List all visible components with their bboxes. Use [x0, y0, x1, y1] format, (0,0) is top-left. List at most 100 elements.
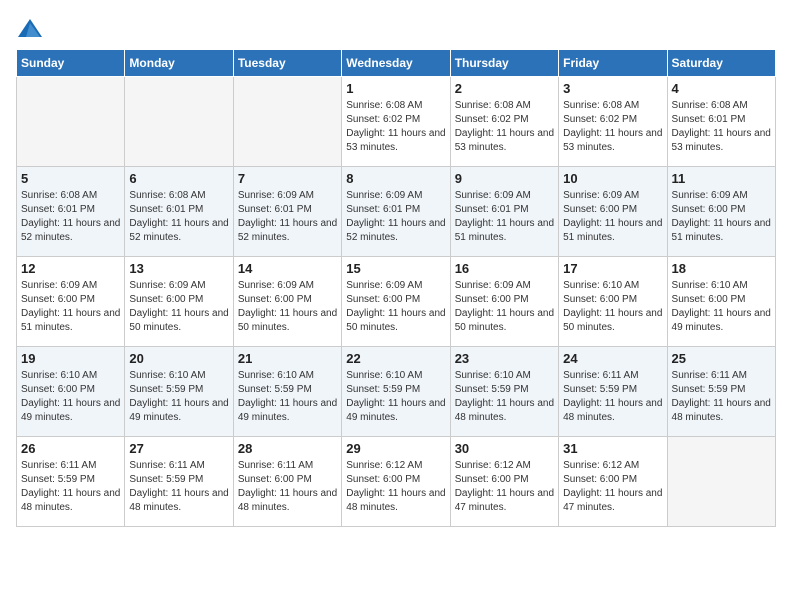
weekday-header: Friday	[559, 50, 667, 77]
day-info: Sunrise: 6:11 AMSunset: 5:59 PMDaylight:…	[21, 459, 120, 515]
day-number: 13	[129, 261, 228, 276]
weekday-header: Wednesday	[342, 50, 450, 77]
calendar-cell: 21 Sunrise: 6:10 AMSunset: 5:59 PMDayligh…	[233, 347, 341, 437]
calendar-week-row: 1 Sunrise: 6:08 AMSunset: 6:02 PMDaylight…	[17, 77, 776, 167]
day-number: 16	[455, 261, 554, 276]
day-number: 10	[563, 171, 662, 186]
calendar-week-row: 19 Sunrise: 6:10 AMSunset: 6:00 PMDayligh…	[17, 347, 776, 437]
weekday-header-row: SundayMondayTuesdayWednesdayThursdayFrid…	[17, 50, 776, 77]
calendar-cell: 8 Sunrise: 6:09 AMSunset: 6:01 PMDaylight…	[342, 167, 450, 257]
day-number: 20	[129, 351, 228, 366]
day-info: Sunrise: 6:09 AMSunset: 6:00 PMDaylight:…	[129, 279, 228, 335]
calendar-cell: 27Sunrise: 6:11 AMSunset: 5:59 PMDayligh…	[125, 437, 233, 527]
calendar-cell: 24 Sunrise: 6:11 AMSunset: 5:59 PMDayligh…	[559, 347, 667, 437]
day-info: Sunrise: 6:09 AMSunset: 6:00 PMDaylight:…	[672, 189, 771, 245]
day-info: Sunrise: 6:12 AMSunset: 6:00 PMDaylight:…	[563, 459, 662, 515]
calendar-cell: 19 Sunrise: 6:10 AMSunset: 6:00 PMDayligh…	[17, 347, 125, 437]
day-number: 29	[346, 441, 445, 456]
day-info: Sunrise: 6:09 AMSunset: 6:00 PMDaylight:…	[346, 279, 445, 335]
calendar-table: SundayMondayTuesdayWednesdayThursdayFrid…	[16, 49, 776, 527]
calendar-week-row: 5 Sunrise: 6:08 AMSunset: 6:01 PMDaylight…	[17, 167, 776, 257]
day-info: Sunrise: 6:09 AMSunset: 6:00 PMDaylight:…	[21, 279, 120, 335]
day-number: 1	[346, 81, 445, 96]
calendar-cell: 30 Sunrise: 6:12 AMSunset: 6:00 PMDayligh…	[450, 437, 558, 527]
day-info: Sunrise: 6:10 AMSunset: 5:59 PMDaylight:…	[238, 369, 337, 425]
day-number: 7	[238, 171, 337, 186]
day-info: Sunrise: 6:10 AMSunset: 6:00 PMDaylight:…	[672, 279, 771, 335]
calendar-cell: 10 Sunrise: 6:09 AMSunset: 6:00 PMDayligh…	[559, 167, 667, 257]
logo	[16, 16, 44, 37]
day-info: Sunrise: 6:10 AMSunset: 5:59 PMDaylight:…	[129, 369, 228, 425]
day-number: 26	[21, 441, 120, 456]
calendar-cell: 3 Sunrise: 6:08 AMSunset: 6:02 PMDaylight…	[559, 77, 667, 167]
calendar-cell: 9Sunrise: 6:09 AMSunset: 6:01 PMDaylight…	[450, 167, 558, 257]
calendar-cell: 2Sunrise: 6:08 AMSunset: 6:02 PMDaylight…	[450, 77, 558, 167]
day-info: Sunrise: 6:08 AMSunset: 6:01 PMDaylight:…	[21, 189, 120, 245]
calendar-cell: 25 Sunrise: 6:11 AMSunset: 5:59 PMDayligh…	[667, 347, 775, 437]
calendar-cell: 20 Sunrise: 6:10 AMSunset: 5:59 PMDayligh…	[125, 347, 233, 437]
day-number: 30	[455, 441, 554, 456]
day-number: 22	[346, 351, 445, 366]
day-info: Sunrise: 6:09 AMSunset: 6:01 PMDaylight:…	[455, 189, 554, 245]
day-number: 15	[346, 261, 445, 276]
day-info: Sunrise: 6:11 AMSunset: 5:59 PMDaylight:…	[672, 369, 771, 425]
day-number: 14	[238, 261, 337, 276]
day-info: Sunrise: 6:11 AMSunset: 5:59 PMDaylight:…	[563, 369, 662, 425]
calendar-cell: 1 Sunrise: 6:08 AMSunset: 6:02 PMDaylight…	[342, 77, 450, 167]
calendar-cell: 12 Sunrise: 6:09 AMSunset: 6:00 PMDayligh…	[17, 257, 125, 347]
calendar-cell: 11 Sunrise: 6:09 AMSunset: 6:00 PMDayligh…	[667, 167, 775, 257]
weekday-header: Sunday	[17, 50, 125, 77]
day-number: 19	[21, 351, 120, 366]
weekday-header: Monday	[125, 50, 233, 77]
day-number: 23	[455, 351, 554, 366]
day-number: 6	[129, 171, 228, 186]
day-number: 11	[672, 171, 771, 186]
calendar-week-row: 12 Sunrise: 6:09 AMSunset: 6:00 PMDayligh…	[17, 257, 776, 347]
calendar-cell	[17, 77, 125, 167]
day-info: Sunrise: 6:08 AMSunset: 6:02 PMDaylight:…	[455, 99, 554, 155]
calendar-cell: 5 Sunrise: 6:08 AMSunset: 6:01 PMDaylight…	[17, 167, 125, 257]
calendar-cell: 16Sunrise: 6:09 AMSunset: 6:00 PMDayligh…	[450, 257, 558, 347]
day-info: Sunrise: 6:08 AMSunset: 6:02 PMDaylight:…	[346, 99, 445, 155]
day-number: 18	[672, 261, 771, 276]
day-info: Sunrise: 6:12 AMSunset: 6:00 PMDaylight:…	[346, 459, 445, 515]
calendar-cell	[233, 77, 341, 167]
calendar-cell: 22 Sunrise: 6:10 AMSunset: 5:59 PMDayligh…	[342, 347, 450, 437]
calendar-cell: 23Sunrise: 6:10 AMSunset: 5:59 PMDayligh…	[450, 347, 558, 437]
day-number: 4	[672, 81, 771, 96]
day-info: Sunrise: 6:11 AMSunset: 5:59 PMDaylight:…	[129, 459, 228, 515]
calendar-cell: 26 Sunrise: 6:11 AMSunset: 5:59 PMDayligh…	[17, 437, 125, 527]
weekday-header: Thursday	[450, 50, 558, 77]
calendar-cell: 14 Sunrise: 6:09 AMSunset: 6:00 PMDayligh…	[233, 257, 341, 347]
day-number: 5	[21, 171, 120, 186]
calendar-cell: 15 Sunrise: 6:09 AMSunset: 6:00 PMDayligh…	[342, 257, 450, 347]
day-info: Sunrise: 6:08 AMSunset: 6:02 PMDaylight:…	[563, 99, 662, 155]
calendar-cell: 4Sunrise: 6:08 AMSunset: 6:01 PMDaylight…	[667, 77, 775, 167]
day-info: Sunrise: 6:10 AMSunset: 6:00 PMDaylight:…	[21, 369, 120, 425]
day-info: Sunrise: 6:09 AMSunset: 6:00 PMDaylight:…	[563, 189, 662, 245]
day-number: 24	[563, 351, 662, 366]
logo-icon	[16, 17, 40, 37]
day-number: 8	[346, 171, 445, 186]
calendar-cell: 7 Sunrise: 6:09 AMSunset: 6:01 PMDaylight…	[233, 167, 341, 257]
day-info: Sunrise: 6:12 AMSunset: 6:00 PMDaylight:…	[455, 459, 554, 515]
weekday-header: Tuesday	[233, 50, 341, 77]
calendar-cell: 13 Sunrise: 6:09 AMSunset: 6:00 PMDayligh…	[125, 257, 233, 347]
day-number: 25	[672, 351, 771, 366]
calendar-cell: 6Sunrise: 6:08 AMSunset: 6:01 PMDaylight…	[125, 167, 233, 257]
calendar-week-row: 26 Sunrise: 6:11 AMSunset: 5:59 PMDayligh…	[17, 437, 776, 527]
calendar-cell: 28Sunrise: 6:11 AMSunset: 6:00 PMDayligh…	[233, 437, 341, 527]
calendar-cell	[125, 77, 233, 167]
day-number: 12	[21, 261, 120, 276]
day-info: Sunrise: 6:09 AMSunset: 6:01 PMDaylight:…	[346, 189, 445, 245]
day-info: Sunrise: 6:10 AMSunset: 5:59 PMDaylight:…	[346, 369, 445, 425]
day-info: Sunrise: 6:09 AMSunset: 6:01 PMDaylight:…	[238, 189, 337, 245]
calendar-cell: 18 Sunrise: 6:10 AMSunset: 6:00 PMDayligh…	[667, 257, 775, 347]
day-number: 3	[563, 81, 662, 96]
calendar-cell: 17Sunrise: 6:10 AMSunset: 6:00 PMDayligh…	[559, 257, 667, 347]
page-header	[16, 16, 776, 37]
day-number: 21	[238, 351, 337, 366]
day-info: Sunrise: 6:09 AMSunset: 6:00 PMDaylight:…	[238, 279, 337, 335]
day-number: 17	[563, 261, 662, 276]
day-number: 31	[563, 441, 662, 456]
